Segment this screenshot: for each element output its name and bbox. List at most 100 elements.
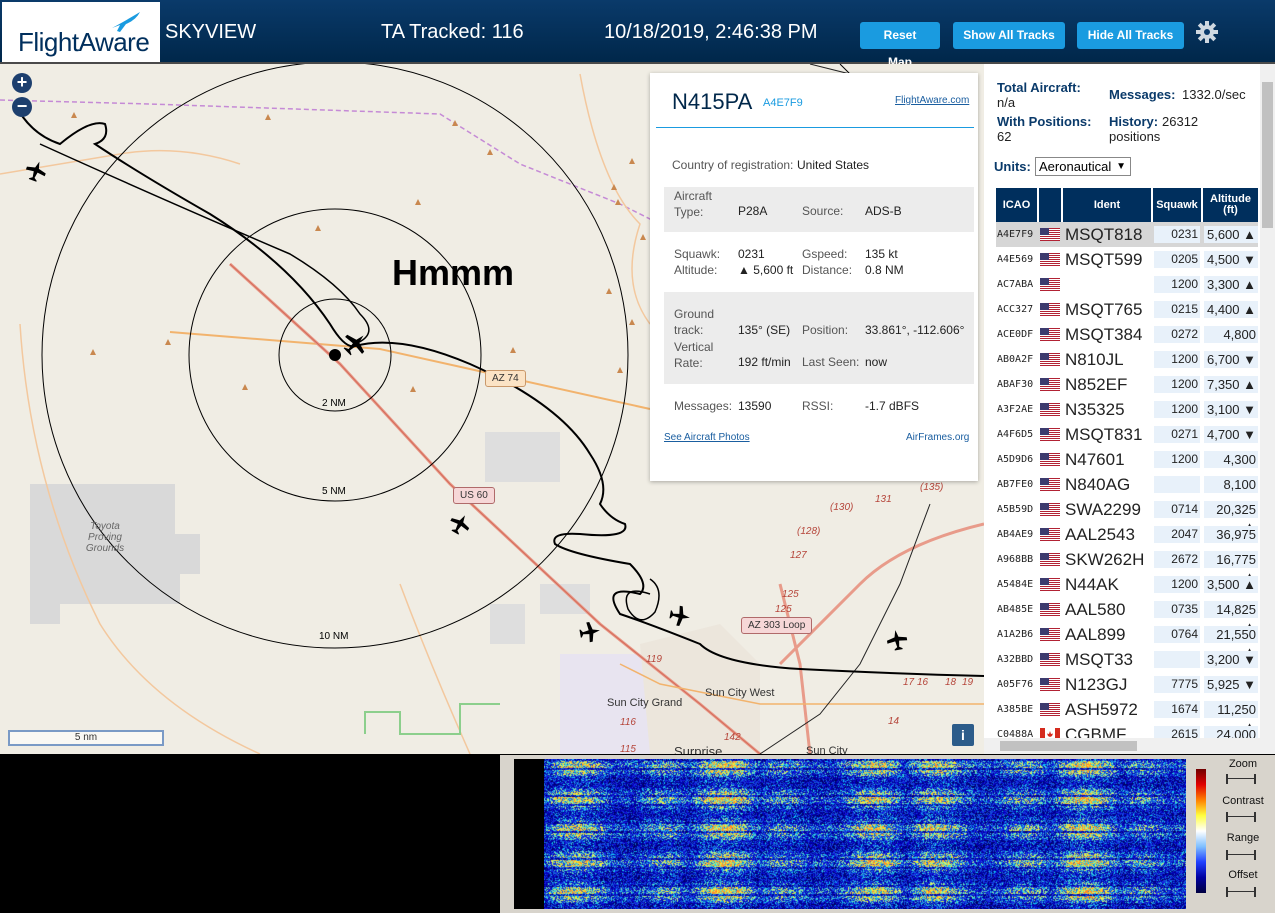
gspeed-label: Gspeed:	[802, 247, 848, 261]
aircraft-table-row[interactable]: A32BBD MSQT33 3,200 ▼	[996, 647, 1258, 672]
scroll-thumb[interactable]	[1262, 82, 1273, 228]
messages-rate-label: Messages:	[1109, 87, 1176, 102]
squawk-cell: 0764	[1154, 626, 1200, 643]
zoom-out-button[interactable]: −	[12, 97, 32, 117]
aircraft-table-row[interactable]: A5D9D6 N47601 1200 4,300	[996, 447, 1258, 472]
offset-slider[interactable]	[1226, 887, 1256, 897]
altitude-cell: 11,250 ▲	[1204, 701, 1258, 734]
aircraft-photos-link[interactable]: See Aircraft Photos	[664, 432, 750, 443]
peak-markers	[71, 112, 646, 392]
column-header-altitude[interactable]: Altitude (ft)	[1203, 188, 1258, 222]
aircraft-table-row[interactable]: A05F76 N123GJ 7775 5,925 ▼	[996, 672, 1258, 697]
zoom-slider[interactable]	[1226, 774, 1256, 784]
aircraft-table-row[interactable]: A968BB SKW262H 267216,775 ▲	[996, 547, 1258, 584]
altitude-cell: 36,975	[1204, 526, 1258, 543]
horizontal-scrollbar[interactable]	[984, 738, 1260, 754]
aircraft-table-row[interactable]: AB7FE0 N840AG 8,100	[996, 472, 1258, 497]
source-value: ADS-B	[865, 204, 902, 218]
squawk-cell: 1200	[1154, 576, 1200, 593]
icao-cell: A5B59D	[997, 504, 1034, 515]
aircraft-table-header: ICAO Ident Squawk Altitude (ft)	[996, 188, 1258, 222]
us-flag-icon	[1040, 703, 1060, 716]
aircraft-table-row[interactable]: A3F2AE N35325 1200 3,100 ▼	[996, 397, 1258, 422]
vertical-scrollbar[interactable]	[1260, 64, 1275, 754]
aircraft-table-row[interactable]: AC7ABA 1200 3,300 ▲	[996, 272, 1258, 297]
aircraft-table-row[interactable]: A1A2B6 AAL899 076421,550 ▲	[996, 622, 1258, 659]
contrast-slider[interactable]	[1226, 812, 1256, 822]
waterfall-frame: Zoom Contrast Range Offset	[500, 755, 1275, 913]
airframes-link[interactable]: AirFrames.org	[906, 432, 969, 443]
history-unit: positions	[1109, 129, 1161, 144]
aircraft-table-row[interactable]: AB485E AAL580 073514,825 ▲	[996, 597, 1258, 634]
zoom-in-button[interactable]: +	[12, 73, 32, 93]
aircraft-table-row[interactable]: ACE0DF MSQT384 0272 4,800	[996, 322, 1258, 347]
route-number: (130)	[830, 502, 854, 513]
flight-track	[39, 143, 370, 345]
icao-cell: A1A2B6	[997, 629, 1034, 640]
us-flag-icon	[1040, 353, 1060, 366]
route-number: 17	[903, 677, 915, 688]
aircraft-table-row[interactable]: A4F6D5 MSQT831 0271 4,700 ▼	[996, 422, 1258, 447]
altitude-cell: 21,550 ▲	[1204, 626, 1258, 659]
icao-cell: AB4AE9	[997, 529, 1034, 540]
squawk-cell: 0272	[1154, 326, 1200, 343]
ident-cell: N47601	[1065, 450, 1125, 469]
boundary-line	[0, 99, 701, 245]
place-label-sun-city-west: Sun City West	[705, 687, 775, 699]
units-select[interactable]: Aeronautical ▼	[1035, 157, 1131, 176]
gray-area	[490, 604, 525, 644]
us-flag-icon	[1040, 253, 1060, 266]
rssi-value: -1.7 dBFS	[865, 399, 920, 413]
aircraft-table-row[interactable]: A5484E N44AK 1200 3,500 ▲	[996, 572, 1258, 597]
altitude-cell: 5,600 ▲	[1204, 226, 1258, 243]
ident-cell: AAL580	[1065, 600, 1126, 619]
aircraft-table-row[interactable]: AB4AE9 AAL2543 2047 36,975	[996, 522, 1258, 547]
show-all-tracks-button[interactable]: Show All Tracks	[953, 22, 1065, 49]
aircraft-table-row[interactable]: A5B59D SWA2299 071420,325 ▲	[996, 497, 1258, 534]
aircraft-table-row[interactable]: A4E569 MSQT599 0205 4,500 ▼	[996, 247, 1258, 272]
ident-cell: MSQT831	[1065, 425, 1143, 444]
us-flag-icon	[1040, 428, 1060, 441]
icao-cell: A05F76	[997, 679, 1034, 690]
ident-cell: SKW262H	[1065, 550, 1145, 569]
source-label: Source:	[802, 204, 844, 218]
aircraft-table-row[interactable]: ACC327 MSQT765 0215 4,400 ▲	[996, 297, 1258, 322]
with-positions-value: 62	[997, 129, 1012, 144]
range-slider[interactable]	[1226, 850, 1256, 860]
info-button[interactable]: i	[952, 724, 974, 746]
squawk-cell: 0735	[1154, 601, 1200, 618]
column-header-icao[interactable]: ICAO	[996, 188, 1037, 222]
aircraft-table-row[interactable]: ABAF30 N852EF 1200 7,350 ▲	[996, 372, 1258, 397]
aircraft-table-row[interactable]: A385BE ASH5972 167411,250 ▲	[996, 697, 1258, 734]
icao-cell: AC7ABA	[997, 279, 1034, 290]
squawk-cell: 0231	[1154, 226, 1200, 243]
rssi-label: RSSI:	[802, 399, 834, 413]
altitude-cell: 4,300	[1204, 451, 1258, 468]
aircraft-type-value: P28A	[738, 204, 768, 218]
aircraft-table-row[interactable]: AB0A2F N810JL 1200 6,700 ▼	[996, 347, 1258, 372]
aircraft-icon	[450, 515, 470, 535]
card-divider	[656, 127, 974, 128]
route-number: 115	[620, 744, 636, 754]
squawk-cell: 2672	[1154, 551, 1200, 568]
altitude-cell: 3,500 ▲	[1204, 576, 1258, 593]
waterfall-spectrogram[interactable]	[544, 759, 1186, 909]
route-number: 19	[962, 677, 974, 688]
vertical-rate-label: Vertical Rate:	[674, 340, 714, 370]
hide-all-tracks-button[interactable]: Hide All Tracks	[1077, 22, 1184, 49]
column-header-ident[interactable]: Ident	[1063, 188, 1151, 222]
country-value: United States	[797, 158, 870, 172]
icao-cell: A5484E	[997, 579, 1034, 590]
scroll-thumb[interactable]	[1000, 741, 1137, 751]
units-label: Units:	[994, 159, 1031, 174]
reset-map-button[interactable]: Reset Map	[860, 22, 940, 69]
aircraft-table-row[interactable]: A4E7F9 MSQT818 0231 5,600 ▲	[996, 222, 1258, 247]
app-title: SKYVIEW	[165, 21, 257, 43]
aircraft-list-panel: Total Aircraft: n/a Messages: 1332.0/sec…	[984, 64, 1275, 754]
distance-value: 0.8 NM	[865, 263, 904, 277]
flightaware-logo[interactable]: FlightAware	[2, 2, 160, 62]
flightaware-link[interactable]: FlightAware.com	[895, 95, 969, 106]
gear-icon[interactable]	[1195, 20, 1219, 44]
column-header-squawk[interactable]: Squawk	[1153, 188, 1201, 222]
column-header-flag[interactable]	[1039, 188, 1061, 222]
